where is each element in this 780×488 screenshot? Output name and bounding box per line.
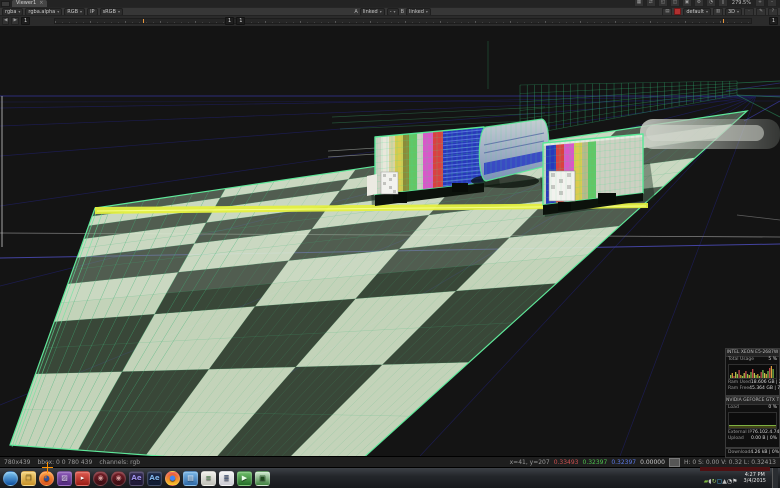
hsvl-readout: H: 0 S: 0.00 V: 0.32 L: 0.32413 (684, 459, 776, 466)
range-in-field[interactable]: 1 (225, 17, 234, 25)
viewer-toolbar: rgba▾ rgba.alpha▾ RGB▾ IP sRGB▾ A linked… (0, 7, 780, 15)
gpu-history-graph (728, 412, 777, 429)
timeline-right-controls: 1 (769, 17, 778, 25)
prev-frame-icon[interactable]: ◀ (2, 17, 9, 25)
timeline-playhead[interactable] (143, 19, 144, 23)
download-graph-strip (700, 467, 770, 471)
cpu-history-graph (728, 364, 777, 379)
pane-layout-icon[interactable] (1, 1, 10, 7)
notepad-icon[interactable]: ≡ (201, 471, 216, 486)
zoom-out-icon[interactable]: – (767, 0, 777, 7)
chevron-down-icon: ▾ (380, 9, 382, 15)
film-reel-icon[interactable]: ◉ (93, 471, 108, 486)
chevron-down-icon: ▾ (80, 9, 82, 15)
download-label: Download (728, 450, 750, 456)
viewer-tab-label: Viewer1 (16, 0, 36, 7)
chevron-down-icon: ▾ (706, 9, 708, 15)
gear-icon[interactable]: ⚙ (694, 0, 704, 7)
green-value: 0.32397 (583, 459, 608, 466)
cpu-usage-row: Total Usage 5 % (726, 357, 779, 363)
resolution-readout: 780x439 (4, 459, 30, 466)
red-media-icon[interactable]: ▸ (75, 471, 90, 486)
close-icon[interactable]: × (39, 0, 43, 7)
range-out-field[interactable]: 1 (236, 17, 245, 25)
zoom-in-icon[interactable]: + (755, 0, 765, 7)
chevron-down-icon: ▾ (394, 9, 396, 15)
adobe-app-icon[interactable]: Ae (147, 471, 162, 486)
red-value: 0.33493 (554, 459, 579, 466)
download-value: 4.26 kB | 0% (750, 450, 779, 456)
viewer-header: Viewer1 × ▦ ⇄ ◱ ◫ ▣ ⚙ ◔ ∥ 279.5% + – rgb… (0, 0, 780, 25)
cpu-monitor-panel: INTEL XEON E5-2687W Total Usage 5 % Ram … (725, 348, 780, 396)
taskbar: ❐◕▨▸◉◉AeAe●▤≡≣▶▣ ▰◖↻▢▲◔⚑ 4:27 PM 3/4/201… (0, 467, 780, 488)
ram-free-row: Ram Free 45.364 GB | 71% (726, 386, 779, 392)
vnc-icon[interactable]: ▣ (255, 471, 270, 486)
after-effects-icon[interactable]: Ae (129, 471, 144, 486)
channels-readout: channels: rgb (99, 459, 140, 466)
viewport-3d-scene[interactable] (0, 25, 780, 456)
photo-viewer-icon[interactable]: ▨ (57, 471, 72, 486)
film-reel-icon-2[interactable]: ◉ (111, 471, 126, 486)
grid-layout-icon[interactable]: ▦ (634, 0, 644, 7)
pause-icon[interactable]: ∥ (718, 0, 728, 7)
clipping-icon[interactable]: ▣ (682, 0, 692, 7)
cursor-position: x=41, y=207 (510, 459, 550, 466)
pixel-readout: x=41, y=207 0.33493 0.32397 0.32397 0.00… (510, 458, 776, 467)
tray-flag-icon[interactable]: ⚑ (732, 478, 737, 485)
info-icon[interactable]: ◔ (706, 0, 716, 7)
viewer-tab-bar: Viewer1 × ▦ ⇄ ◱ ◫ ▣ ⚙ ◔ ∥ 279.5% + – (0, 0, 780, 7)
gpu-load-row: Load 0 % (726, 405, 779, 411)
taskbar-clock[interactable]: 4:27 PM 3/4/2015 (740, 472, 770, 484)
viewer-top-icons: ▦ ⇄ ◱ ◫ ▣ ⚙ ◔ ∥ 279.5% + – (634, 0, 777, 7)
chevron-down-icon: ▾ (18, 9, 20, 15)
chrome-icon[interactable]: ● (165, 471, 180, 486)
start-orb[interactable] (3, 471, 18, 486)
viewer-tab[interactable]: Viewer1 × (12, 0, 47, 7)
roi-icon[interactable]: ◱ (658, 0, 668, 7)
zoom-level[interactable]: 279.5% (730, 0, 753, 6)
swap-buffers-icon[interactable]: ⇄ (646, 0, 656, 7)
a-buffer-label: A (354, 9, 357, 15)
viewer-timeline: ◀ ▶ 1 1 1 1 (0, 15, 780, 26)
fps-field[interactable]: 1 (769, 17, 778, 25)
gpu-monitor-panel: NVIDIA GEFORCE GTX TITAN BL… Load 0 % Ex… (725, 396, 780, 448)
chevron-down-icon: ▾ (118, 9, 120, 15)
cpu-panel-title: INTEL XEON E5-2687W (726, 349, 779, 357)
crosshair-cursor (42, 462, 53, 473)
upload-row: Upload 0.00 B | 0% (726, 436, 779, 442)
alpha-value: 0.00000 (640, 459, 665, 466)
b-buffer-label: B (401, 9, 404, 15)
timeline-marker[interactable] (723, 19, 724, 23)
color-swatch (669, 458, 680, 467)
timeline-ruler[interactable] (54, 18, 752, 24)
gpu-panel-title: NVIDIA GEFORCE GTX TITAN BL… (726, 397, 779, 405)
chevron-down-icon: ▾ (426, 9, 428, 15)
roi-active-icon[interactable] (674, 8, 681, 15)
download-monitor-row: Download 4.26 kB | 0% (725, 448, 780, 458)
pictures-icon[interactable]: ▤ (183, 471, 198, 486)
show-desktop-button[interactable] (772, 468, 778, 488)
current-frame-field[interactable]: 1 (21, 17, 30, 25)
media-player-icon[interactable]: ▶ (237, 471, 252, 486)
document-icon[interactable]: ≣ (219, 471, 234, 486)
clock-date: 3/4/2015 (744, 478, 766, 484)
blue-value: 0.32397 (611, 459, 636, 466)
taskbar-app-icons: ❐◕▨▸◉◉AeAe●▤≡≣▶▣ (0, 471, 270, 486)
chevron-down-icon: ▾ (737, 9, 739, 15)
playback-controls: ◀ ▶ 1 (2, 17, 30, 25)
proxy-icon[interactable]: ◫ (670, 0, 680, 7)
next-frame-icon[interactable]: ▶ (11, 17, 18, 25)
chevron-down-icon: ▾ (57, 9, 59, 15)
nuke-application-window: Viewer1 × ▦ ⇄ ◱ ◫ ▣ ⚙ ◔ ∥ 279.5% + – rgb… (0, 0, 780, 488)
explorer-icon[interactable]: ❐ (21, 471, 36, 486)
frame-range-fields: 1 1 (225, 17, 245, 25)
